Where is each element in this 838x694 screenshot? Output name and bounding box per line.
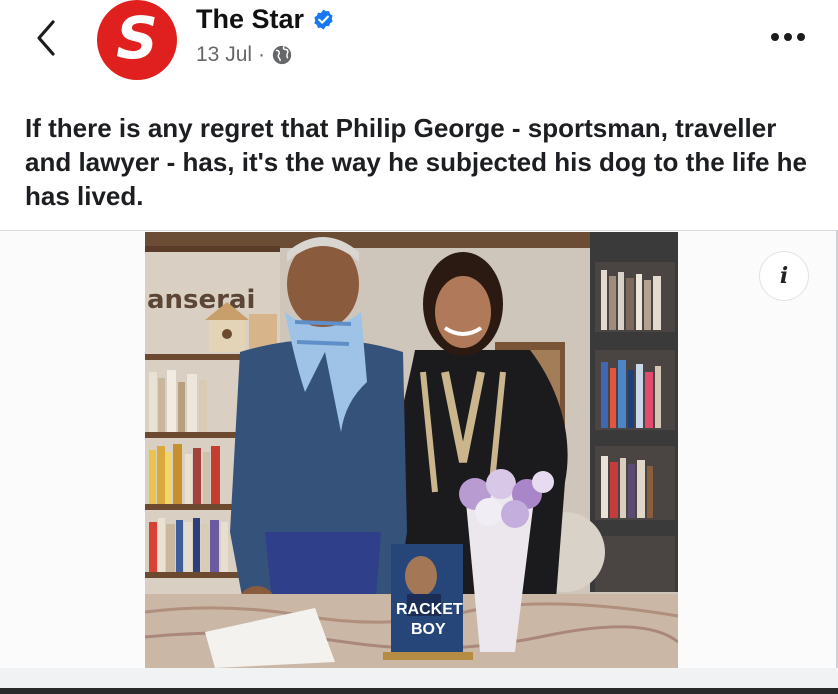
bottom-strip — [0, 668, 838, 688]
info-icon: i — [779, 263, 789, 289]
chevron-left-icon — [37, 20, 55, 56]
more-options-dot — [784, 33, 792, 41]
book-title-line1: RACKET — [396, 601, 463, 618]
photo-illustration: anserai RACKET BOY — [145, 232, 678, 668]
avatar[interactable]: S — [97, 0, 177, 80]
book-title-line2: BOY — [411, 621, 446, 638]
store-sign: anserai — [147, 285, 255, 315]
more-options-dot — [771, 33, 779, 41]
meta-separator: · — [258, 43, 266, 66]
post-meta: 13 Jul · — [196, 43, 293, 67]
bottom-bar — [0, 688, 838, 694]
verified-badge-icon — [314, 9, 333, 30]
post-view: S The Star 13 Jul · If there is any regr… — [0, 0, 838, 694]
book-racket-boy: RACKET BOY — [383, 544, 473, 660]
post-caption: If there is any regret that Philip Georg… — [25, 113, 808, 211]
post-photo[interactable]: anserai RACKET BOY — [145, 232, 678, 668]
info-button[interactable]: i — [760, 252, 808, 300]
more-options-button[interactable] — [766, 22, 810, 52]
page-name[interactable]: The Star — [196, 4, 304, 35]
back-button[interactable] — [30, 14, 62, 62]
page-name-row: The Star — [196, 4, 335, 35]
globe-icon — [272, 45, 292, 65]
more-options-dot — [797, 33, 805, 41]
avatar-letter: S — [116, 4, 158, 72]
post-date[interactable]: 13 Jul — [196, 43, 252, 67]
